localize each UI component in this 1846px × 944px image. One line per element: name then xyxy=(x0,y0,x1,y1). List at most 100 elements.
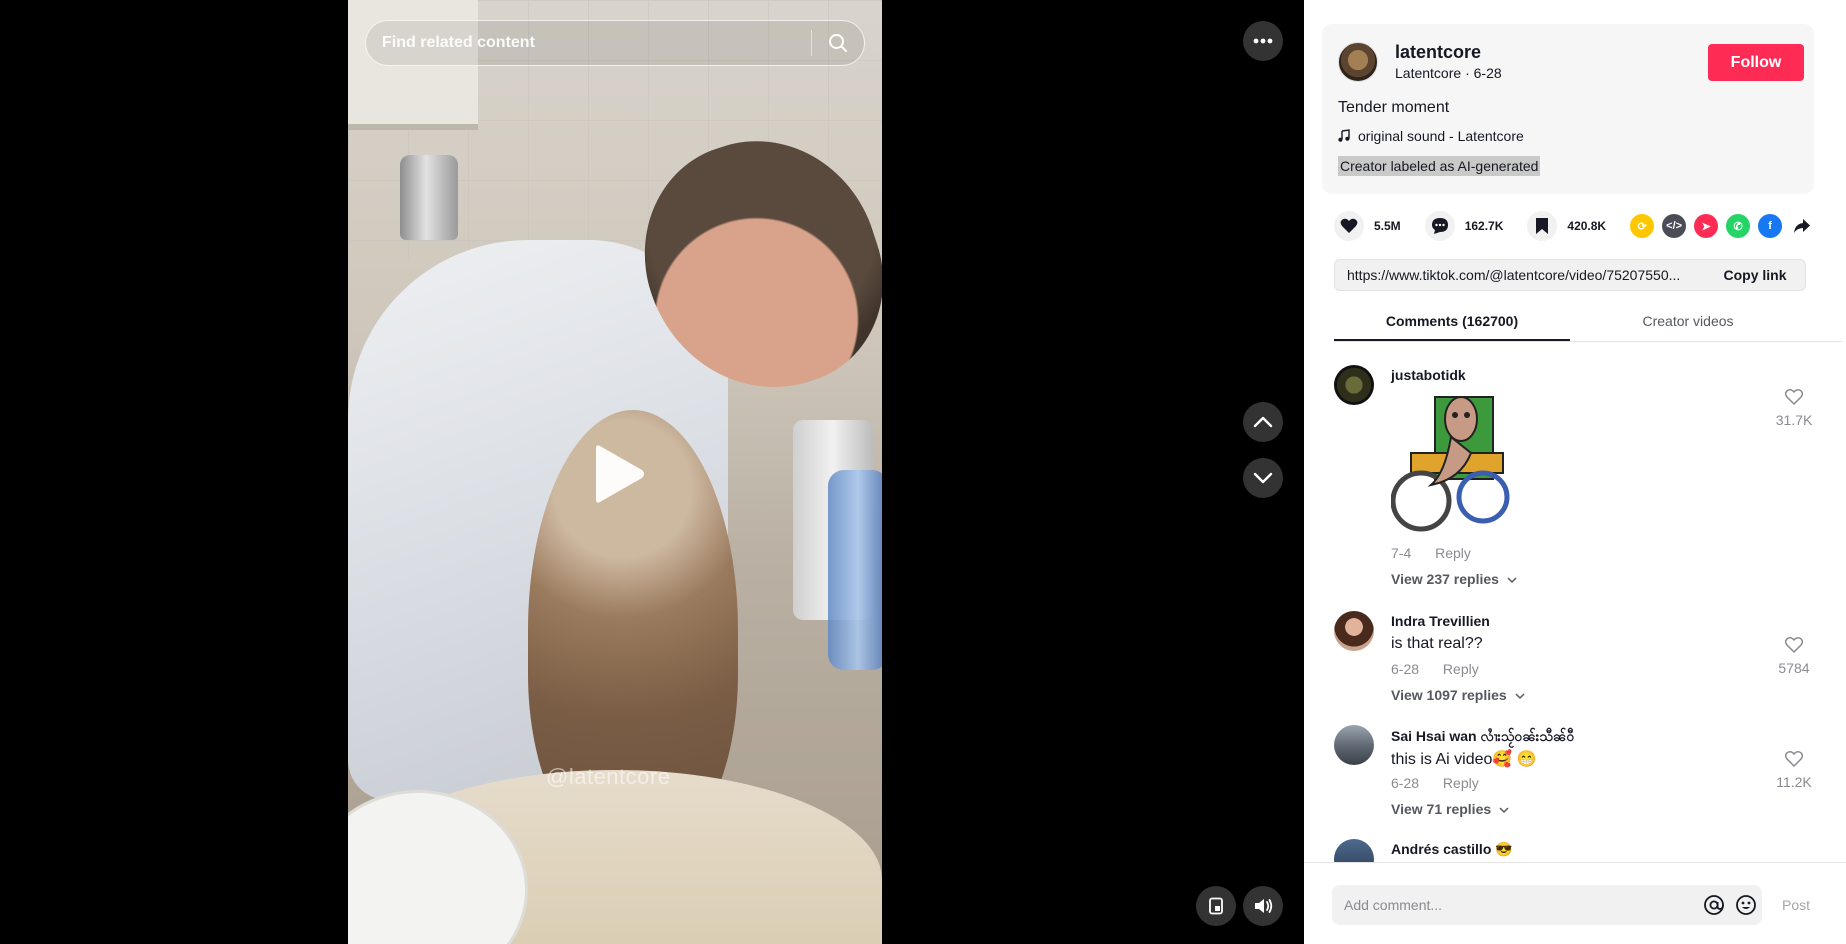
panel-scrollbar[interactable] xyxy=(1838,0,1846,244)
view-replies-button[interactable]: View 237 replies xyxy=(1391,571,1517,587)
comment-list: justabotidk 7-4 Reply View 237 replies 3… xyxy=(1334,365,1814,862)
heart-outline-icon xyxy=(1784,637,1804,654)
search-button[interactable] xyxy=(812,21,864,65)
play-icon xyxy=(596,445,644,503)
author-username[interactable]: latentcore xyxy=(1395,42,1481,63)
repost-icon[interactable]: ⟳ xyxy=(1630,214,1655,238)
comment-input[interactable]: Add comment... xyxy=(1332,885,1762,925)
post-comment-button[interactable]: Post xyxy=(1782,897,1810,913)
send-icon[interactable]: ➤ xyxy=(1694,214,1719,238)
share-link-box: https://www.tiktok.com/@latentcore/video… xyxy=(1334,259,1806,291)
comment-like-count: 5784 xyxy=(1778,660,1810,676)
commenter-username[interactable]: Sai Hsai wan လၢႆးသႂ်ဝၼ်းသီၼ်ဝီ xyxy=(1391,727,1574,748)
video-scene-kettle xyxy=(400,155,458,240)
sound-name: original sound - Latentcore xyxy=(1358,128,1524,144)
comment-item: justabotidk 7-4 Reply View 237 replies 3… xyxy=(1334,365,1814,587)
comment-text: is that real?? xyxy=(1391,635,1483,652)
bookmark-icon xyxy=(1527,211,1558,241)
commenter-username[interactable]: justabotidk xyxy=(1391,367,1466,383)
commenter-avatar[interactable] xyxy=(1334,725,1374,765)
search-icon xyxy=(829,34,847,52)
search-input[interactable]: Find related content xyxy=(366,34,811,52)
like-count: 5.5M xyxy=(1374,219,1401,233)
comment-icon xyxy=(1424,211,1455,241)
mention-button[interactable] xyxy=(1698,894,1730,916)
previous-video-button[interactable] xyxy=(1243,402,1283,442)
more-options-button[interactable] xyxy=(1243,21,1283,61)
sound-link[interactable]: original sound - Latentcore xyxy=(1338,128,1524,144)
chevron-down-icon xyxy=(1499,807,1509,814)
separator-dot: · xyxy=(1465,65,1474,81)
view-replies-button[interactable]: View 1097 replies xyxy=(1391,687,1525,703)
follow-button[interactable]: Follow xyxy=(1708,44,1804,81)
commenter-username[interactable]: Andrés castillo 😎 xyxy=(1391,841,1513,858)
comment-item: Indra Trevillien is that real?? 6-28 Rep… xyxy=(1334,611,1814,725)
tab-creator-videos[interactable]: Creator videos xyxy=(1570,310,1806,341)
embed-icon[interactable]: </> xyxy=(1662,214,1687,238)
comment-meta: 6-28 Reply xyxy=(1391,661,1499,677)
comment-date: 7-4 xyxy=(1391,545,1412,561)
details-panel: latentcore Latentcore · 6-28 Follow Tend… xyxy=(1304,0,1846,944)
video-stage: @latentcore Find related content xyxy=(0,0,1304,944)
share-icon[interactable] xyxy=(1790,214,1814,238)
next-video-button[interactable] xyxy=(1243,458,1283,498)
reply-button[interactable]: Reply xyxy=(1435,545,1471,561)
video-info-card: latentcore Latentcore · 6-28 Follow Tend… xyxy=(1322,24,1814,194)
comment-like[interactable]: 5784 xyxy=(1774,637,1814,676)
save-count: 420.8K xyxy=(1567,219,1607,233)
whatsapp-icon[interactable]: ✆ xyxy=(1726,214,1751,238)
chevron-down-icon xyxy=(1515,693,1525,700)
more-icon xyxy=(1253,38,1273,44)
search-bar[interactable]: Find related content xyxy=(365,20,865,66)
comment-count: 162.7K xyxy=(1464,219,1504,233)
facebook-icon[interactable]: f xyxy=(1758,214,1783,238)
comment-meta: 6-28 Reply xyxy=(1391,775,1499,791)
comment-like[interactable]: 11.2K xyxy=(1774,751,1814,790)
chevron-up-icon xyxy=(1253,416,1273,428)
comment-text: this is Ai video🥰 😁 xyxy=(1391,751,1537,768)
chevron-down-icon xyxy=(1507,577,1517,584)
tab-comments[interactable]: Comments (162700) xyxy=(1334,310,1570,341)
like-button[interactable]: 5.5M xyxy=(1334,211,1401,241)
ai-generated-label: Creator labeled as AI-generated xyxy=(1338,156,1541,176)
volume-button[interactable] xyxy=(1243,886,1283,926)
comment-like[interactable]: 31.7K xyxy=(1774,389,1814,428)
view-replies-label: View 71 replies xyxy=(1391,801,1492,817)
save-button[interactable]: 420.8K xyxy=(1527,211,1606,241)
author-display-name: Latentcore xyxy=(1395,65,1462,81)
commenter-username[interactable]: Indra Trevillien xyxy=(1391,613,1490,629)
comment-input-placeholder[interactable]: Add comment... xyxy=(1332,897,1698,913)
volume-icon xyxy=(1255,899,1273,913)
heart-icon xyxy=(1334,211,1364,241)
comment-composer: Add comment... Post xyxy=(1304,862,1846,944)
comment-item: Andrés castillo 😎 xyxy=(1334,839,1814,862)
comment-meta: 7-4 Reply xyxy=(1391,545,1491,561)
action-bar: 5.5M 162.7K 420.8K ⟳ </> ➤ ✆ f xyxy=(1334,211,1824,241)
play-button[interactable] xyxy=(588,442,648,506)
commenter-avatar[interactable] xyxy=(1334,365,1374,405)
comment-date: 6-28 xyxy=(1391,775,1420,791)
comment-sticker xyxy=(1390,393,1511,541)
reply-button[interactable]: Reply xyxy=(1443,775,1479,791)
emoji-button[interactable] xyxy=(1730,894,1762,916)
comment-like-count: 31.7K xyxy=(1775,412,1813,428)
comment-like-count: 11.2K xyxy=(1776,774,1812,790)
video-watermark: @latentcore xyxy=(546,764,671,789)
floating-player-button[interactable] xyxy=(1196,886,1236,926)
share-link-text[interactable]: https://www.tiktok.com/@latentcore/video… xyxy=(1335,267,1705,283)
view-replies-label: View 237 replies xyxy=(1391,571,1499,587)
commenter-avatar[interactable] xyxy=(1334,611,1374,651)
copy-link-button[interactable]: Copy link xyxy=(1705,267,1805,283)
app-root: @latentcore Find related content latentc… xyxy=(0,0,1846,944)
comment-button[interactable]: 162.7K xyxy=(1424,211,1504,241)
at-icon xyxy=(1704,895,1724,915)
view-replies-label: View 1097 replies xyxy=(1391,687,1507,703)
reply-button[interactable]: Reply xyxy=(1443,661,1479,677)
author-avatar[interactable] xyxy=(1338,42,1378,82)
commenter-avatar[interactable] xyxy=(1334,839,1374,862)
view-replies-button[interactable]: View 71 replies xyxy=(1391,801,1509,817)
author-subtitle: Latentcore · 6-28 xyxy=(1395,65,1502,81)
comment-date: 6-28 xyxy=(1391,661,1420,677)
comment-item: Sai Hsai wan လၢႆးသႂ်ဝၼ်းသီၼ်ဝီ this is A… xyxy=(1334,725,1814,839)
panel-tabs: Comments (162700) Creator videos xyxy=(1334,310,1842,342)
